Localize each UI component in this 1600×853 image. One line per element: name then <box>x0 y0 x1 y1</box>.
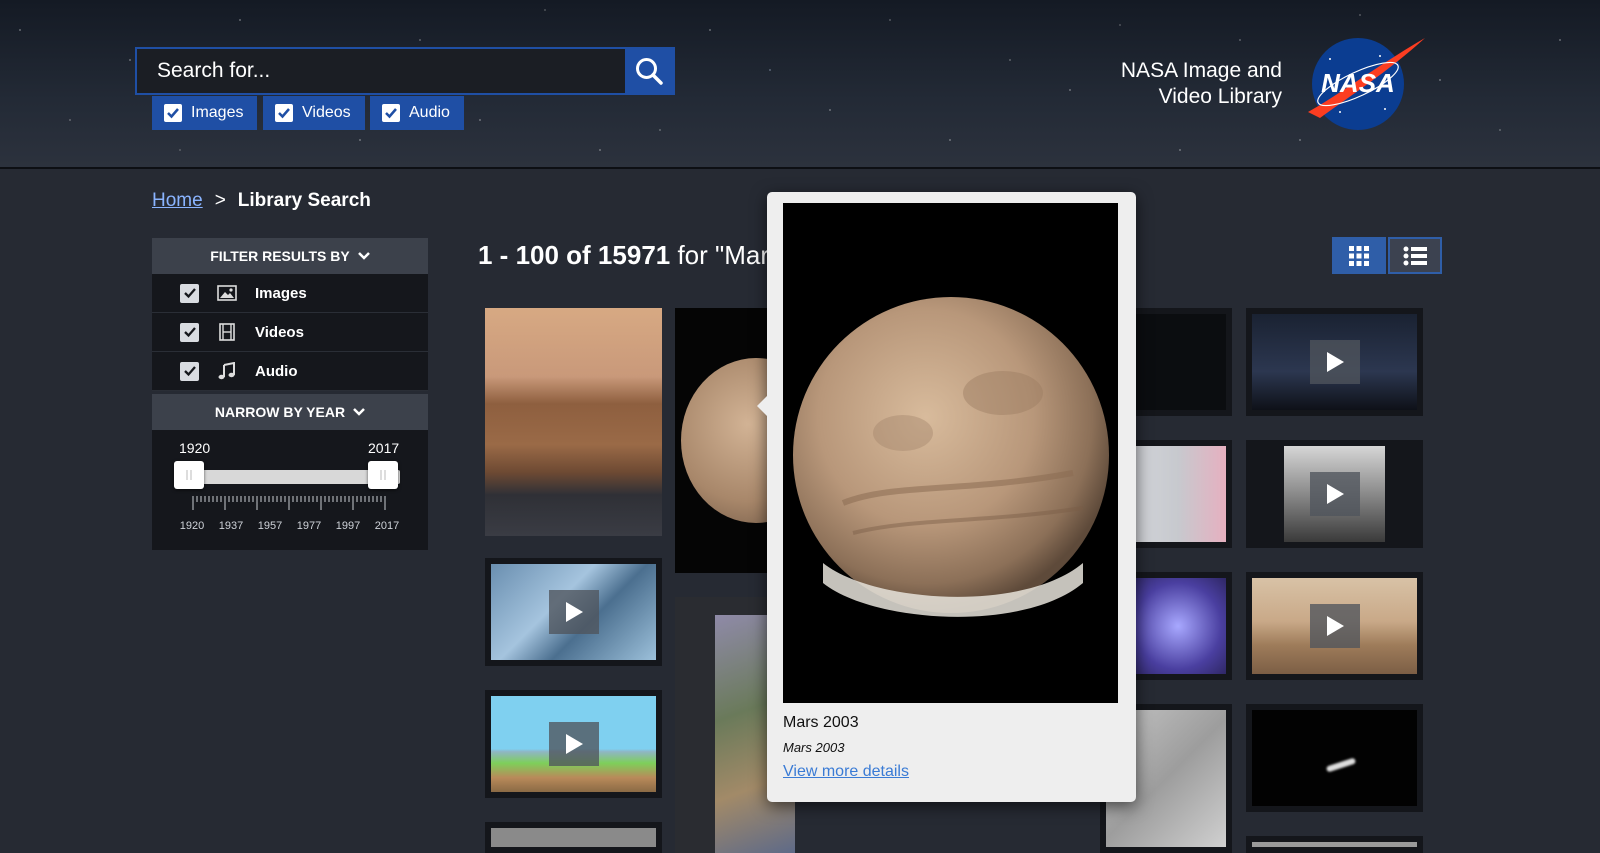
result-thumbnail[interactable] <box>485 822 662 853</box>
check-icon <box>382 104 400 122</box>
search-input[interactable] <box>137 49 625 93</box>
preview-title: Mars 2003 <box>783 714 859 731</box>
check-icon <box>275 104 293 122</box>
result-thumbnail[interactable] <box>1246 836 1423 853</box>
slider-max-handle[interactable] <box>368 461 398 489</box>
results-count: 1 - 100 of 15971 <box>478 240 671 270</box>
play-icon <box>1309 472 1360 516</box>
check-icon[interactable] <box>180 322 199 342</box>
preview-description: Mars 2003 <box>783 740 845 755</box>
videos-type-label: Videos <box>302 104 351 121</box>
year-tick-label: 1937 <box>218 520 244 532</box>
check-icon[interactable] <box>180 361 199 381</box>
thumbnail-image <box>1252 710 1417 806</box>
result-thumbnail-video[interactable] <box>1246 440 1423 548</box>
list-view-icon <box>1403 246 1427 265</box>
image-icon <box>217 285 237 301</box>
filter-videos[interactable]: Videos <box>152 313 428 352</box>
slider-ticks <box>192 496 386 510</box>
filter-videos-label: Videos <box>255 323 304 341</box>
play-icon <box>1309 340 1360 384</box>
year-tick-label: 1957 <box>257 520 283 532</box>
slider-min-handle[interactable] <box>174 461 204 489</box>
breadcrumb-home-link[interactable]: Home <box>152 190 203 212</box>
popover-arrow <box>757 395 768 417</box>
result-thumbnail-video[interactable] <box>1246 572 1423 680</box>
breadcrumb-separator: > <box>214 190 226 211</box>
chevron-down-icon <box>353 408 365 416</box>
videos-type-checkbox[interactable]: Videos <box>263 96 365 130</box>
result-thumbnail[interactable] <box>1246 704 1423 812</box>
slider-track[interactable] <box>178 470 400 484</box>
filter-images[interactable]: Images <box>152 274 428 313</box>
list-view-button[interactable] <box>1388 237 1442 274</box>
breadcrumb: Home > Library Search <box>152 190 371 212</box>
thumbnail-image <box>1252 842 1417 847</box>
view-more-details-link[interactable]: View more details <box>783 763 909 781</box>
search-icon <box>636 58 663 85</box>
check-icon[interactable] <box>180 283 199 303</box>
grid-view-icon <box>1349 245 1369 266</box>
filter-sidebar: FILTER RESULTS BY Images Videos Audio NA… <box>152 238 428 550</box>
year-tick-label: 1977 <box>296 520 322 532</box>
narrow-by-year-toggle[interactable]: NARROW BY YEAR <box>152 394 428 430</box>
mars-surface-image <box>485 308 662 536</box>
chevron-down-icon <box>357 252 370 260</box>
music-note-icon <box>218 362 235 380</box>
grip-icon <box>380 470 386 480</box>
search-bar <box>135 47 675 95</box>
audio-type-checkbox[interactable]: Audio <box>370 96 464 130</box>
nasa-logo[interactable]: NASA <box>1300 34 1430 134</box>
results-query: for "Mar <box>670 240 770 270</box>
play-icon <box>548 722 599 766</box>
mars-globe-illustration <box>793 297 1109 617</box>
audio-type-label: Audio <box>409 104 450 121</box>
result-thumbnail-mars-surface[interactable] <box>485 308 662 536</box>
year-tick-label: 1997 <box>335 520 361 532</box>
filter-audio-label: Audio <box>255 362 298 380</box>
site-title-line2: Video Library <box>1158 85 1282 108</box>
year-tick-label: 1920 <box>179 520 205 532</box>
filter-audio[interactable]: Audio <box>152 352 428 391</box>
result-thumbnail-video[interactable] <box>485 558 662 666</box>
nasa-logo-text: NASA <box>1321 68 1395 98</box>
grid-view-button[interactable] <box>1332 237 1386 274</box>
result-thumbnail-video[interactable] <box>1246 308 1423 416</box>
images-type-checkbox[interactable]: Images <box>152 96 258 130</box>
site-title-line1: NASA Image and <box>1120 59 1282 82</box>
play-icon <box>1309 604 1360 648</box>
filter-results-toggle[interactable]: FILTER RESULTS BY <box>152 238 428 274</box>
narrow-by-year-heading: NARROW BY YEAR <box>214 404 346 420</box>
breadcrumb-current: Library Search <box>237 190 371 211</box>
site-title[interactable]: NASA Image and Video Library <box>1090 58 1282 110</box>
item-preview-popover: Mars 2003 Mars 2003 View more details <box>757 192 1136 802</box>
thumbnail-image <box>491 828 656 847</box>
filter-results-heading: FILTER RESULTS BY <box>210 248 350 264</box>
year-max-value: 2017 <box>368 440 400 456</box>
result-thumbnail-video[interactable] <box>485 690 662 798</box>
grip-icon <box>186 470 192 480</box>
year-tick-label: 2017 <box>374 520 400 532</box>
images-type-label: Images <box>191 104 244 121</box>
results-summary: 1 - 100 of 15971 for "Mar <box>478 240 769 271</box>
play-icon <box>548 590 599 634</box>
check-icon <box>164 104 182 122</box>
film-icon <box>219 323 235 341</box>
filter-images-label: Images <box>255 284 307 302</box>
site-header: Images Videos Audio NASA Image and Video… <box>0 0 1600 169</box>
search-button[interactable] <box>625 49 673 93</box>
year-min-value: 1920 <box>179 440 211 456</box>
year-range-slider: 1920 2017 1920 1937 1957 1977 1997 2017 <box>152 430 428 550</box>
preview-image[interactable] <box>783 203 1118 703</box>
